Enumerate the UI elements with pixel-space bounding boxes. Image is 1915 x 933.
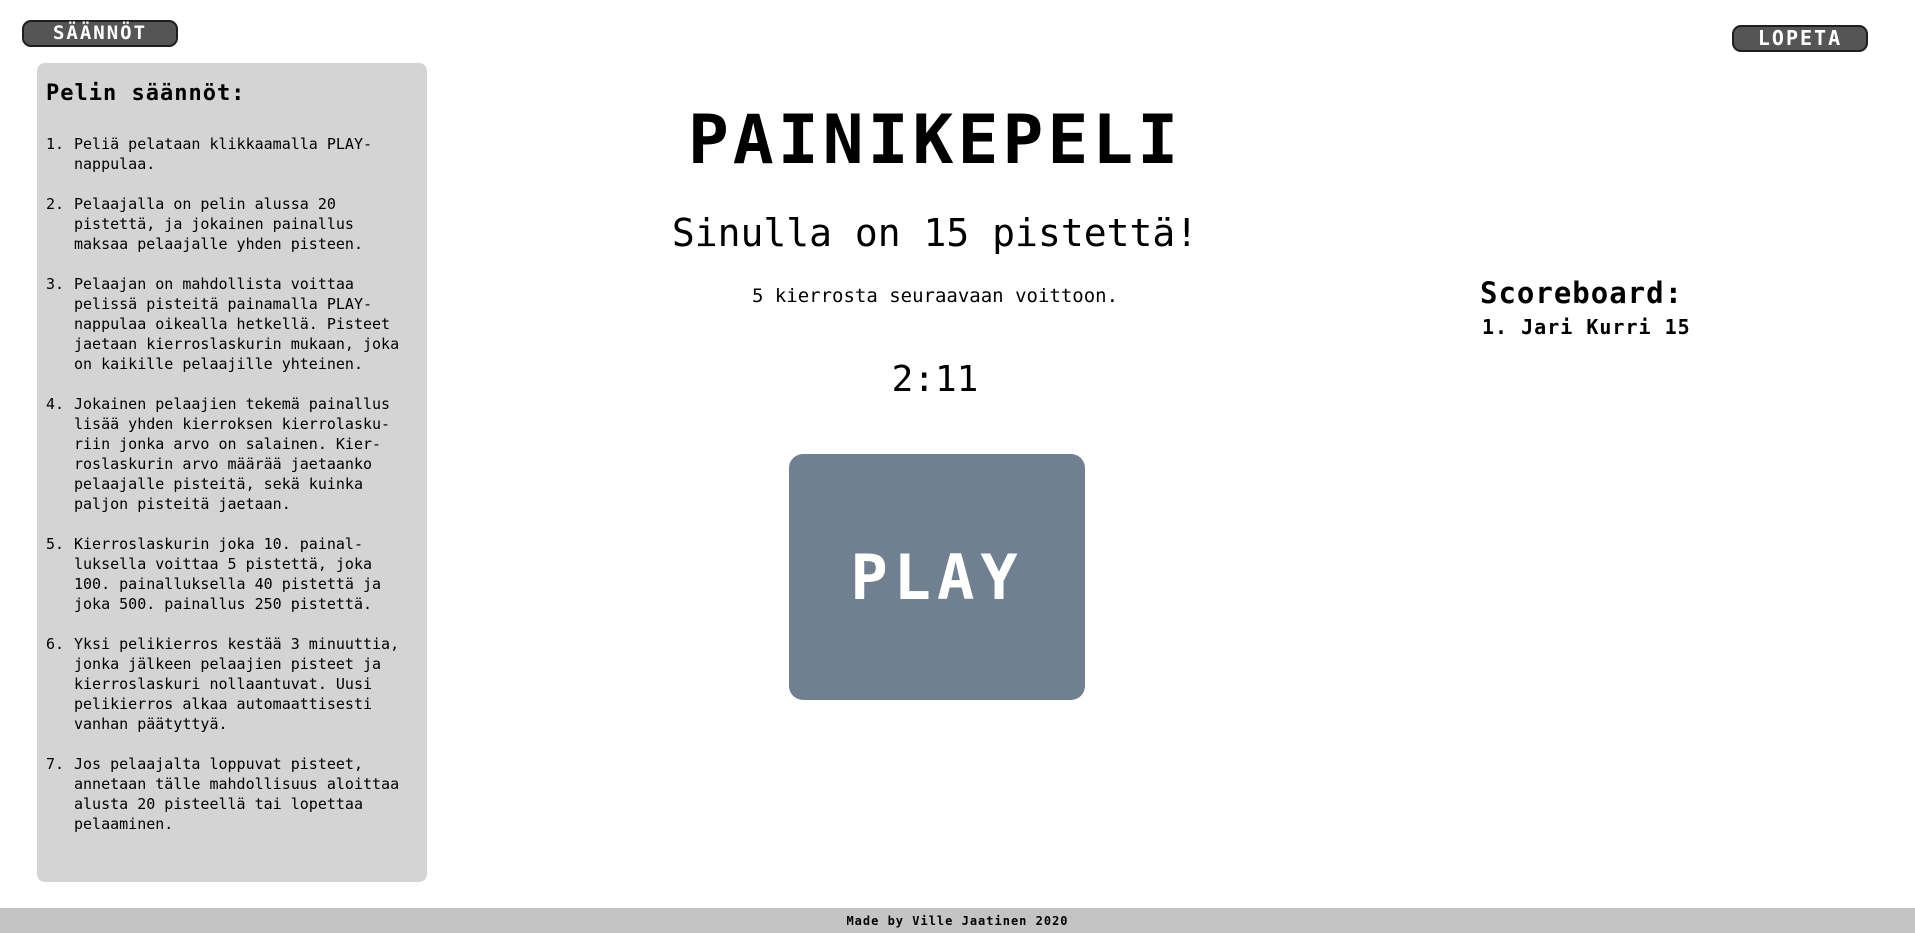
round-timer: 2:11: [891, 359, 979, 400]
rule-item: 6. Yksi pelikierros kestää 3 minuuttia, j…: [46, 634, 419, 734]
rule-item: 2. Pelaajalla on pelin alussa 20 pistettä…: [46, 194, 419, 254]
rules-list: 1. Peliä pelataan klikkaamalla PLAY- napp…: [46, 134, 419, 834]
game-title: PAINIKEPELI: [687, 101, 1183, 180]
rule-number: 1.: [46, 135, 65, 153]
play-button[interactable]: PLAY: [789, 454, 1085, 700]
rules-button[interactable]: SÄÄNNÖT: [22, 20, 178, 47]
rule-text: Pelaajan on mahdollista voittaa pelissä …: [74, 275, 400, 373]
rule-number: 4.: [46, 395, 65, 413]
rule-text: Peliä pelataan klikkaamalla PLAY- nappul…: [74, 135, 373, 173]
quit-button[interactable]: LOPETA: [1732, 25, 1868, 52]
rule-text: Kierroslaskurin joka 10. painal- luksell…: [74, 535, 382, 613]
scoreboard-title: Scoreboard:: [1480, 276, 1684, 310]
rule-number: 2.: [46, 195, 65, 213]
rule-number: 3.: [46, 275, 65, 293]
rule-item: 7. Jos pelaajalta loppuvat pisteet, annet…: [46, 754, 419, 834]
rules-panel: Pelin säännöt: 1. Peliä pelataan klikkaam…: [37, 63, 427, 882]
rule-item: 3. Pelaajan on mahdollista voittaa peliss…: [46, 274, 419, 374]
next-win-text: 5 kierrosta seuraavaan voittoon.: [751, 285, 1119, 307]
rule-item: 4. Jokainen pelaajien tekemä painallus li…: [46, 394, 419, 514]
points-text: Sinulla on 15 pistettä!: [671, 211, 1199, 255]
rule-text: Yksi pelikierros kestää 3 minuuttia, jon…: [74, 635, 400, 733]
footer-credit: Made by Ville Jaatinen 2020: [846, 914, 1069, 928]
rule-text: Jokainen pelaajien tekemä painallus lisä…: [74, 395, 391, 513]
scoreboard: Scoreboard: 1. Jari Kurri 15: [1480, 274, 1780, 342]
rule-item: 1. Peliä pelataan klikkaamalla PLAY- napp…: [46, 134, 419, 174]
footer: Made by Ville Jaatinen 2020: [0, 908, 1915, 933]
rule-number: 5.: [46, 535, 65, 553]
rule-number: 7.: [46, 755, 65, 773]
rule-number: 6.: [46, 635, 65, 653]
rules-title: Pelin säännöt:: [46, 81, 246, 106]
rule-item: 5. Kierroslaskurin joka 10. painal- lukse…: [46, 534, 419, 614]
scoreboard-entry: 1. Jari Kurri 15: [1482, 315, 1691, 339]
rule-text: Jos pelaajalta loppuvat pisteet, annetaa…: [74, 755, 400, 833]
rule-text: Pelaajalla on pelin alussa 20 pistettä, …: [74, 195, 363, 253]
